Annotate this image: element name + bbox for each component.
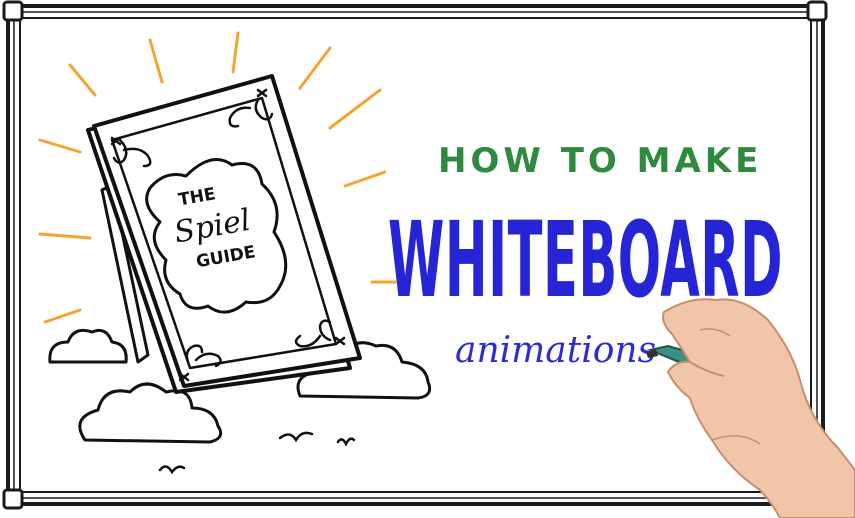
headline-line3: animations [455,330,656,371]
frame-corner-tl [2,0,24,22]
frame-corner-bl [2,488,24,510]
whiteboard-svg: THE Spiel GUIDE HOW TO MAKE WHITEBOARD a… [2,0,855,518]
frame-corner-tr [806,0,828,22]
headline-line1: HOW TO MAKE [438,141,762,181]
whiteboard-scene: THE Spiel GUIDE HOW TO MAKE WHITEBOARD a… [0,0,855,518]
